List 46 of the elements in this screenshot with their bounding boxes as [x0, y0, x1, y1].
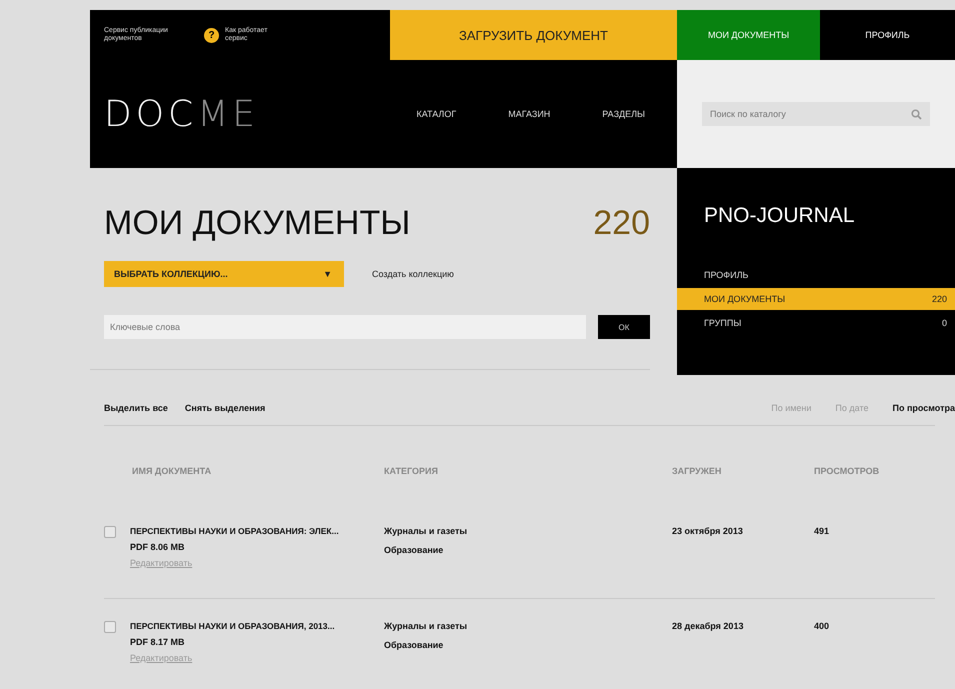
search-field[interactable]: Поиск по каталогу [702, 102, 930, 126]
checkbox[interactable] [104, 621, 116, 633]
checkbox[interactable] [104, 526, 116, 538]
top-nav-tab[interactable]: МОИ ДОКУМЕНТЫ [677, 10, 820, 60]
upload-button[interactable]: ЗАГРУЗИТЬ ДОКУМЕНТ [390, 10, 677, 60]
view-count: 400 [814, 621, 830, 631]
sidebar-item-count: 0 [942, 318, 947, 328]
upload-date: 28 декабря 2013 [672, 621, 744, 631]
nav-link[interactable]: РАЗДЕЛЫ [602, 109, 645, 119]
user-name: PNO-JOURNAL [703, 203, 856, 229]
file-info: PDF 8.17 MB [130, 637, 186, 647]
sidebar-item[interactable]: ПРОФИЛЬ [677, 264, 955, 286]
sidebar-item-label: ПРОФИЛЬ [704, 270, 748, 280]
category-link[interactable]: Образование [384, 640, 672, 650]
column-header: ЗАГРУЖЕН [672, 466, 722, 478]
sidebar-item-label: МОИ ДОКУМЕНТЫ [704, 294, 786, 304]
column-header: КАТЕГОРИЯ [384, 466, 439, 478]
view-count: 491 [814, 526, 830, 536]
document-name[interactable]: ПЕРСПЕКТИВЫ НАУКИ И ОБРАЗОВАНИЯ, 2013... [130, 621, 335, 631]
upload-date: 23 октября 2013 [672, 526, 743, 536]
nav-link[interactable]: КАТАЛОГ [416, 109, 456, 119]
column-header: ПРОСМОТРОВ [814, 466, 880, 478]
sidebar-item[interactable]: МОИ ДОКУМЕНТЫ 220 [677, 288, 955, 310]
selection-link[interactable]: Выделить все [104, 403, 168, 413]
column-header: ИМЯ ДОКУМЕНТА [131, 466, 212, 478]
document-name[interactable]: ПЕРСПЕКТИВЫ НАУКИ И ОБРАЗОВАНИЯ: ЭЛЕК... [130, 526, 339, 536]
caret-icon: ▼ [323, 269, 332, 279]
category-link[interactable]: Образование [384, 545, 672, 555]
collection-dropdown[interactable]: ВЫБРАТЬ КОЛЛЕКЦИЮ... ▼ [104, 261, 344, 287]
sort-option[interactable]: По просмотра [892, 403, 955, 413]
help-icon[interactable]: ? [204, 28, 219, 42]
selection-link[interactable]: Снять выделения [184, 403, 266, 413]
sidebar-item[interactable]: ГРУППЫ 0 [677, 312, 955, 334]
category-link[interactable]: Журналы и газеты [384, 621, 672, 631]
category-link[interactable]: Журналы и газеты [384, 526, 672, 536]
page-title: МОИ ДОКУМЕНТЫ [104, 204, 410, 243]
keywords-field[interactable]: Ключевые слова [104, 315, 586, 339]
document-count: 220 [593, 204, 650, 243]
ok-button[interactable]: ОК [598, 315, 650, 339]
sidebar-item-label: ГРУППЫ [704, 318, 742, 328]
search-icon[interactable] [911, 109, 922, 120]
file-info: PDF 8.06 MB [130, 542, 186, 552]
nav-link[interactable]: МАГАЗИН [508, 109, 550, 119]
sidebar-item-count: 220 [932, 294, 947, 304]
create-collection-link[interactable]: Создать коллекцию [372, 269, 454, 279]
logo[interactable]: DOC ME [104, 94, 260, 134]
